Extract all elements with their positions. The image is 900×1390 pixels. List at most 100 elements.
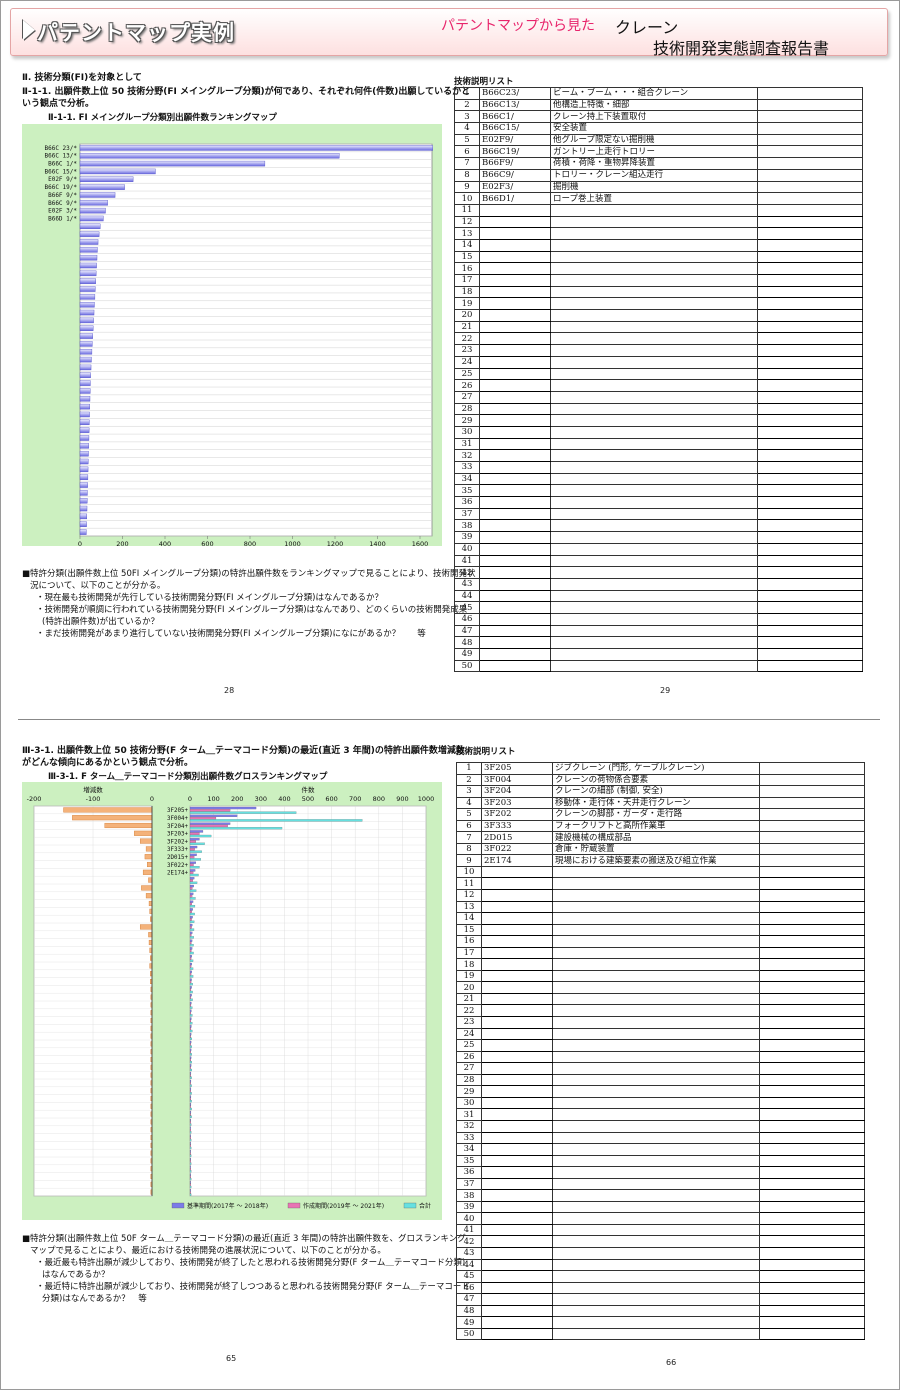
row-number-cell: 30: [454, 425, 480, 439]
table-row: 41: [456, 1223, 865, 1237]
category-label: 3F022+: [167, 863, 188, 869]
table-row: 14: [456, 912, 865, 925]
row-number-cell: 18: [454, 285, 480, 299]
row-number-cell: 2: [454, 98, 480, 112]
extra-cell: [759, 1027, 865, 1041]
category-label: 2E174+: [167, 871, 188, 877]
row-number-cell: 48: [456, 1304, 482, 1318]
extra-cell: [759, 865, 865, 879]
data-bar: [79, 364, 92, 371]
data-bar: [79, 184, 125, 190]
series-bar: [189, 1162, 192, 1165]
description-cell: ジブクレーン (門形, ケーブルクレーン): [552, 762, 760, 775]
extra-cell: [759, 1327, 865, 1341]
note-line: (特許出願件数)が出ているか？: [42, 617, 160, 627]
row-number-cell: 1: [456, 762, 482, 775]
code-cell: [479, 542, 551, 556]
legend-label: 合計: [419, 1202, 431, 1210]
description-cell: [552, 912, 760, 925]
table-row: 31: [454, 437, 863, 451]
code-cell: E02F3/: [479, 180, 551, 194]
row-number-cell: 40: [456, 1212, 482, 1225]
table-row: 20: [456, 981, 865, 994]
series-bar: [189, 879, 193, 882]
series-bar: [189, 887, 193, 890]
table-row: 11: [454, 203, 863, 217]
x-tick-label: 1400: [369, 540, 386, 546]
series-bar: [189, 1115, 192, 1118]
series-bar: [189, 1001, 192, 1005]
data-bar: [79, 200, 108, 206]
row-number-cell: 15: [454, 250, 480, 264]
row-number-cell: 11: [456, 877, 482, 890]
description-cell: [550, 472, 758, 486]
x-tick-label: 800: [244, 540, 256, 546]
table-row: 10 B66D1/ロープ巻上装置: [454, 192, 863, 205]
series-bar: [189, 965, 192, 968]
change-bar: [147, 861, 153, 868]
table-row: 18: [454, 285, 863, 299]
extra-cell: [757, 355, 863, 369]
row-number-cell: 12: [454, 215, 480, 229]
series-bar: [189, 892, 194, 895]
series-bar: [189, 871, 194, 874]
extra-cell: [757, 472, 863, 486]
description-cell: [552, 1177, 760, 1191]
page-divider: [18, 719, 880, 720]
table-row: 19: [456, 969, 865, 983]
data-bar: [79, 231, 100, 237]
description-cell: [552, 958, 760, 971]
code-cell: [479, 577, 551, 591]
extra-cell: [757, 285, 863, 299]
row-number-cell: 5: [456, 808, 482, 821]
code-cell: [481, 1316, 553, 1329]
description-cell: [552, 1304, 760, 1318]
table-row: 24: [454, 355, 863, 369]
series-bar: [189, 834, 212, 838]
description-cell: ガントリー上走行トロリー: [550, 145, 758, 159]
category-label: 3F205+: [167, 808, 188, 814]
extra-cell: [759, 1096, 865, 1110]
row-number-cell: 38: [454, 519, 480, 533]
code-cell: 3F333: [481, 819, 553, 833]
code-cell: 2E174: [481, 854, 553, 867]
extra-cell: [757, 507, 863, 521]
table-row: 25: [454, 367, 863, 381]
row-number-cell: 18: [456, 958, 482, 971]
extra-cell: [757, 414, 863, 427]
description-cell: [550, 461, 758, 474]
code-cell: [481, 992, 553, 1006]
description-cell: 他グループ限定ない掘削機: [550, 133, 758, 147]
series-bar: [189, 1061, 192, 1064]
left-axis-label: 増減数: [83, 785, 103, 794]
extra-cell: [757, 379, 863, 392]
note-line: ・最近最も特許出願が減少しており、技術開発が終了したと思われる技術開発分野(F …: [36, 1258, 466, 1268]
row-number-cell: 46: [454, 612, 480, 626]
data-bar: [79, 427, 90, 433]
description-cell: [550, 238, 758, 252]
series-bar: [189, 980, 192, 984]
table-row: 32: [456, 1119, 865, 1133]
row-number-cell: 10: [454, 192, 480, 205]
code-cell: B66C9/: [479, 168, 551, 182]
description-cell: [550, 332, 758, 346]
table-row: 1 B66C23/ビーム・ブーム・・・組合クレーン: [454, 87, 863, 100]
description-cell: クレーンの荷物係合要素: [552, 773, 760, 787]
code-cell: [481, 1235, 553, 1248]
table-row: 16: [454, 262, 863, 275]
code-cell: [481, 1281, 553, 1295]
table-row: 26: [454, 379, 863, 392]
extra-cell: [759, 1304, 865, 1318]
extra-cell: [757, 566, 863, 579]
section-title: Ⅱ. 技術分類(FI)を対象として: [22, 73, 142, 83]
description-cell: [552, 1223, 760, 1237]
code-cell: [481, 1154, 553, 1168]
description-cell: 掘削機: [550, 180, 758, 194]
code-cell: [481, 1062, 553, 1075]
series-bar: [189, 827, 283, 830]
data-bar: [79, 356, 92, 363]
series-bar: [189, 947, 193, 950]
series-bar: [189, 869, 196, 872]
code-cell: B66C13/: [479, 98, 551, 112]
table-row: 48: [456, 1304, 865, 1318]
